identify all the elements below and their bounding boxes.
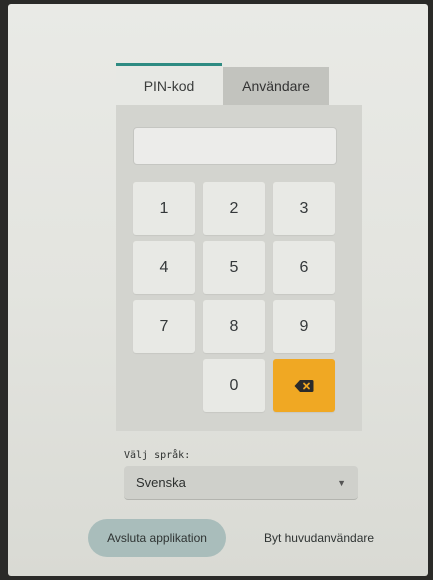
backspace-button[interactable]: [273, 359, 335, 412]
keypad-container: 1 2 3 4 5 6 7 8 9 0: [116, 105, 362, 431]
backspace-icon: [294, 379, 314, 393]
tab-pin-code[interactable]: PIN-kod: [116, 63, 222, 105]
chevron-down-icon: ▼: [337, 477, 346, 488]
app-screen: PIN-kod Användare 1 2 3 4 5 6 7 8 9 0 Vä…: [8, 4, 428, 576]
key-7[interactable]: 7: [133, 300, 195, 353]
key-2[interactable]: 2: [203, 182, 265, 235]
tab-pin-code-label: PIN-kod: [143, 77, 195, 94]
login-panel: PIN-kod Användare 1 2 3 4 5 6 7 8 9 0: [116, 63, 362, 433]
tab-user[interactable]: Användare: [223, 67, 329, 105]
key-4[interactable]: 4: [133, 241, 195, 294]
language-label: Välj språk:: [124, 450, 191, 461]
key-3[interactable]: 3: [273, 182, 335, 235]
language-select[interactable]: Svenska ▼: [124, 466, 358, 500]
exit-application-button[interactable]: Avsluta applikation: [88, 519, 226, 557]
key-5[interactable]: 5: [203, 241, 265, 294]
key-6[interactable]: 6: [273, 241, 335, 294]
pin-input[interactable]: [133, 127, 337, 165]
tab-user-label: Användare: [242, 78, 310, 94]
key-8[interactable]: 8: [203, 300, 265, 353]
key-0[interactable]: 0: [203, 359, 265, 412]
key-1[interactable]: 1: [133, 182, 195, 235]
language-selected-value: Svenska: [136, 475, 186, 490]
key-9[interactable]: 9: [273, 300, 335, 353]
switch-main-user-button[interactable]: Byt huvudanvändare: [244, 519, 394, 557]
